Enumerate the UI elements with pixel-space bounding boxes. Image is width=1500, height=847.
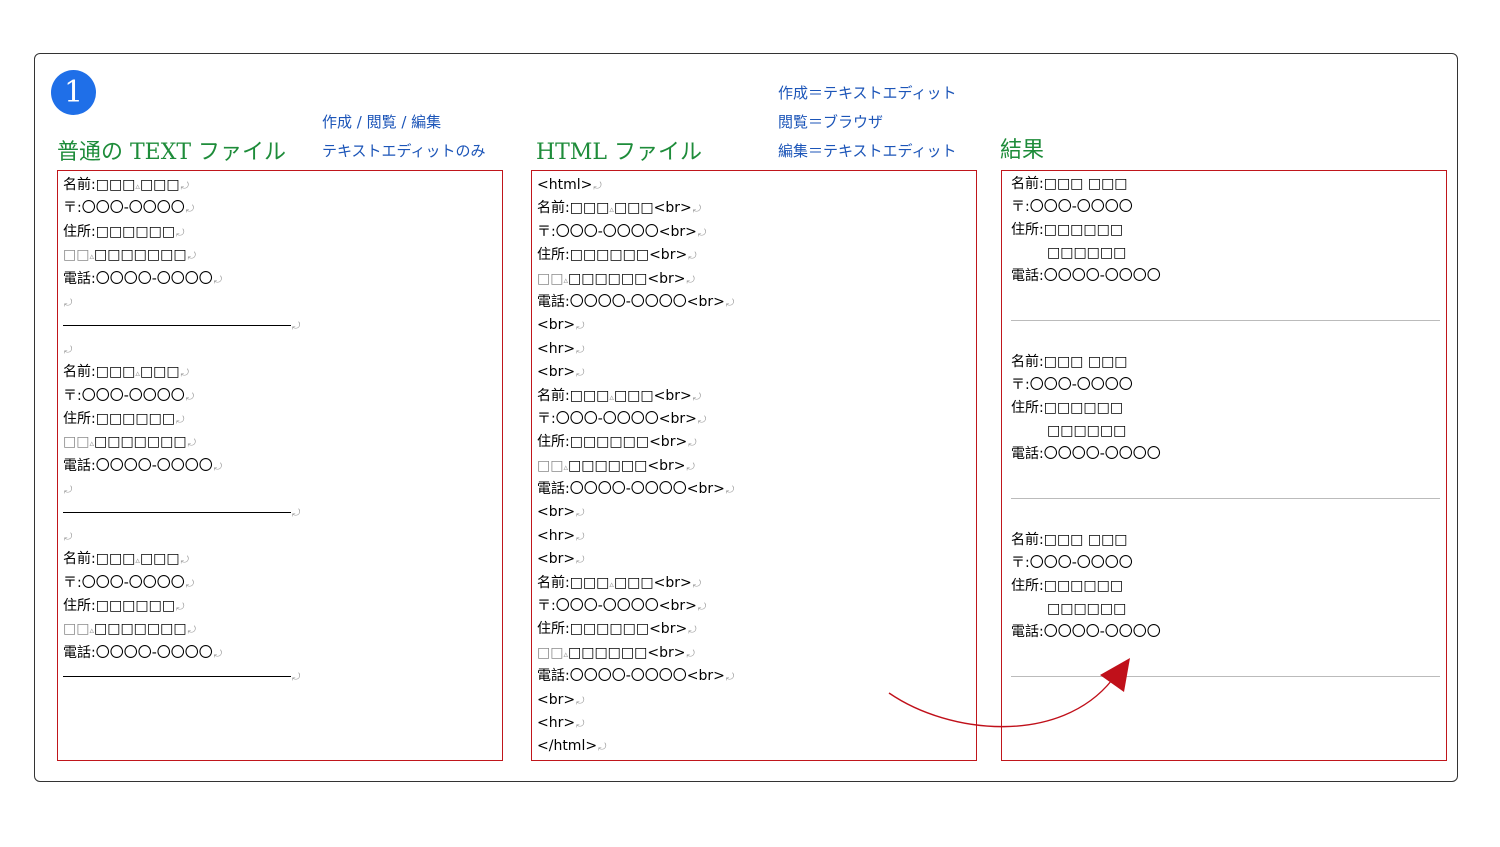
result-arrow: [888, 658, 1130, 728]
arrow-head-icon: [1100, 658, 1130, 692]
arrow-curve: [888, 679, 1113, 728]
